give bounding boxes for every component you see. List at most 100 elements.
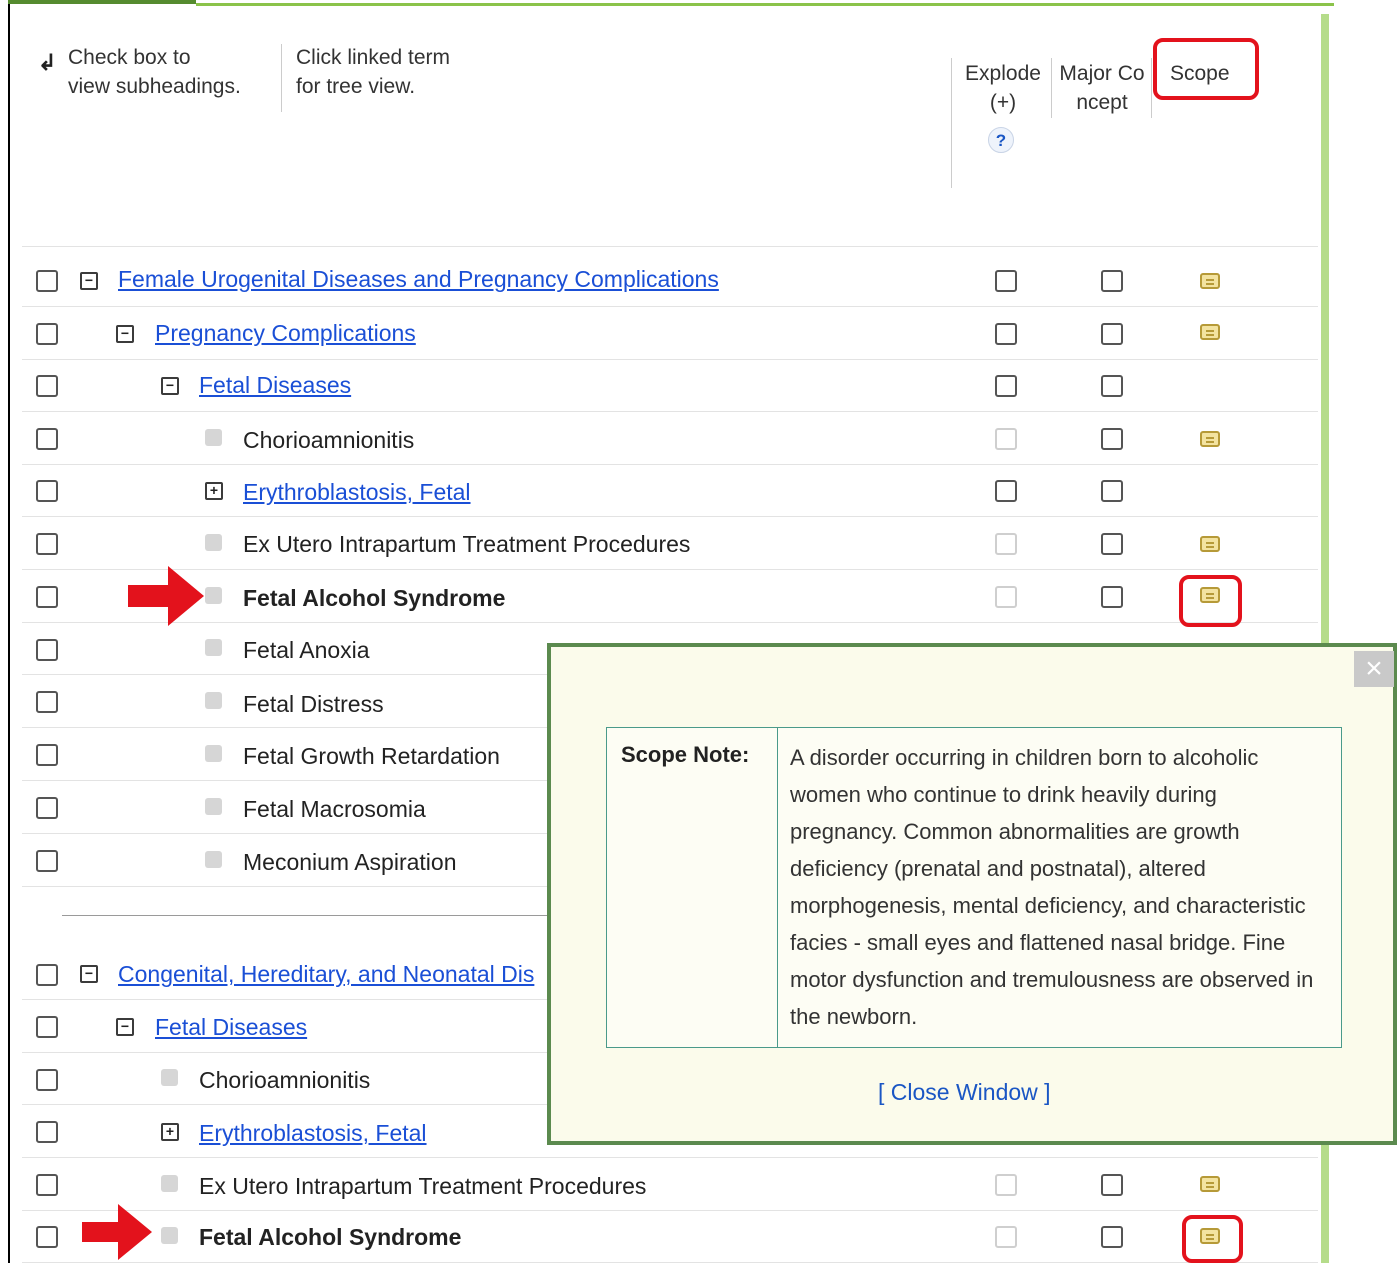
table-row: Ex Utero Intrapartum Treatment Procedure… [22, 518, 1318, 570]
explode-checkbox[interactable] [995, 480, 1017, 502]
subheading-checkbox[interactable] [36, 1016, 58, 1038]
leaf-bullet-icon [205, 692, 222, 709]
explode-checkbox[interactable] [995, 323, 1017, 345]
major-concept-checkbox[interactable] [1101, 586, 1123, 608]
leaf-bullet-icon [205, 798, 222, 815]
major-concept-checkbox[interactable] [1101, 428, 1123, 450]
subheading-checkbox[interactable] [36, 691, 58, 713]
subheading-checkbox[interactable] [36, 744, 58, 766]
col-explode-header: Explode (+) [962, 59, 1044, 117]
scope-note-text: A disorder occurring in children born to… [790, 745, 1314, 1029]
top-tab-accent [8, 0, 196, 4]
instruction-link-line2: for tree view. [296, 75, 416, 98]
instruction-checkbox: Check box to view subheadings. [68, 43, 241, 101]
subheading-checkbox[interactable] [36, 533, 58, 555]
scope-note-icon[interactable] [1200, 431, 1220, 447]
instruction-checkbox-line2: view subheadings. [68, 75, 241, 98]
term-label: Fetal Anoxia [243, 637, 370, 663]
term-link[interactable]: Fetal Diseases [155, 1014, 307, 1041]
term-link[interactable]: Congenital, Hereditary, and Neonatal Dis [118, 961, 534, 988]
term-link[interactable]: Pregnancy Complications [155, 320, 416, 347]
leaf-bullet-icon [205, 429, 222, 446]
explode-checkbox[interactable] [995, 375, 1017, 397]
subheading-checkbox[interactable] [36, 1226, 58, 1248]
term-link[interactable]: Fetal Diseases [199, 372, 351, 399]
scope-note-icon[interactable] [1200, 1176, 1220, 1192]
scope-note-icon[interactable] [1200, 273, 1220, 289]
collapse-toggle-icon[interactable]: − [80, 272, 98, 290]
term-link[interactable]: Female Urogenital Diseases and Pregnancy… [118, 266, 719, 293]
subheading-checkbox[interactable] [36, 375, 58, 397]
major-concept-checkbox[interactable] [1101, 533, 1123, 555]
term-label: Chorioamnionitis [199, 1067, 371, 1093]
subheading-checkbox[interactable] [36, 428, 58, 450]
explode-checkbox-disabled [995, 1174, 1017, 1196]
table-row: − Female Urogenital Diseases and Pregnan… [22, 255, 1318, 307]
major-concept-checkbox[interactable] [1101, 323, 1123, 345]
instruction-checkbox-line1: Check box to [68, 46, 191, 69]
major-concept-checkbox[interactable] [1101, 375, 1123, 397]
col-divider-explode [951, 58, 952, 188]
collapse-toggle-icon[interactable]: − [116, 325, 134, 343]
explode-checkbox[interactable] [995, 270, 1017, 292]
explode-checkbox-disabled [995, 586, 1017, 608]
term-label-selected: Fetal Alcohol Syndrome [243, 585, 506, 611]
subheading-checkbox[interactable] [36, 964, 58, 986]
table-row: Ex Utero Intrapartum Treatment Procedure… [22, 1159, 1318, 1211]
major-concept-checkbox[interactable] [1101, 480, 1123, 502]
major-concept-checkbox[interactable] [1101, 1226, 1123, 1248]
major-concept-checkbox[interactable] [1101, 270, 1123, 292]
scope-note-icon[interactable] [1200, 324, 1220, 340]
subheading-checkbox[interactable] [36, 323, 58, 345]
down-left-arrow-icon: ↲ [38, 50, 57, 75]
subheading-checkbox[interactable] [36, 797, 58, 819]
header-divider [281, 44, 282, 112]
table-row: Chorioamnionitis [22, 413, 1318, 465]
left-border [8, 0, 10, 1263]
top-border [196, 3, 1334, 19]
subheading-checkbox[interactable] [36, 1121, 58, 1143]
col-explode-label-line1: Explode [965, 62, 1041, 85]
term-link[interactable]: Erythroblastosis, Fetal [243, 479, 471, 506]
collapse-toggle-icon[interactable]: − [161, 377, 179, 395]
col-major-label-line2: ncept [1076, 91, 1128, 114]
expand-toggle-icon[interactable]: + [205, 482, 223, 500]
scope-note-icon[interactable] [1200, 536, 1220, 552]
scope-header-highlight [1153, 38, 1259, 100]
close-icon[interactable]: × [1354, 651, 1394, 687]
scope-icon-highlight [1182, 1215, 1243, 1263]
instruction-link: Click linked term for tree view. [296, 43, 450, 101]
term-link[interactable]: Erythroblastosis, Fetal [199, 1120, 427, 1147]
leaf-bullet-icon [205, 745, 222, 762]
col-explode-label-line2: (+) [989, 91, 1017, 114]
explode-checkbox-disabled [995, 428, 1017, 450]
leaf-bullet-icon [205, 851, 222, 868]
term-label: Meconium Aspiration [243, 849, 457, 875]
subheading-checkbox[interactable] [36, 1174, 58, 1196]
collapse-toggle-icon[interactable]: − [80, 965, 98, 983]
term-label: Fetal Macrosomia [243, 796, 426, 822]
red-arrow-icon [128, 566, 204, 626]
term-label-selected: Fetal Alcohol Syndrome [199, 1224, 462, 1250]
subheading-checkbox[interactable] [36, 1069, 58, 1091]
expand-toggle-icon[interactable]: + [161, 1123, 179, 1141]
help-icon[interactable]: ? [988, 127, 1014, 153]
subheading-checkbox[interactable] [36, 850, 58, 872]
col-divider-scope [1151, 58, 1152, 118]
section-divider [62, 915, 552, 916]
subheading-checkbox[interactable] [36, 639, 58, 661]
scope-note-label: Scope Note: [621, 742, 750, 767]
col-divider-major [1051, 58, 1052, 118]
instruction-link-line1: Click linked term [296, 46, 451, 69]
collapse-toggle-icon[interactable]: − [116, 1018, 134, 1036]
term-label: Fetal Distress [243, 691, 384, 717]
subheading-checkbox[interactable] [36, 480, 58, 502]
leaf-bullet-icon [161, 1227, 178, 1244]
subheading-checkbox[interactable] [36, 270, 58, 292]
subheading-checkbox[interactable] [36, 586, 58, 608]
close-window-link[interactable]: [ Close Window ] [878, 1079, 1051, 1106]
header-separator [22, 246, 1318, 247]
scope-icon-highlight [1179, 575, 1242, 627]
leaf-bullet-icon [205, 534, 222, 551]
major-concept-checkbox[interactable] [1101, 1174, 1123, 1196]
